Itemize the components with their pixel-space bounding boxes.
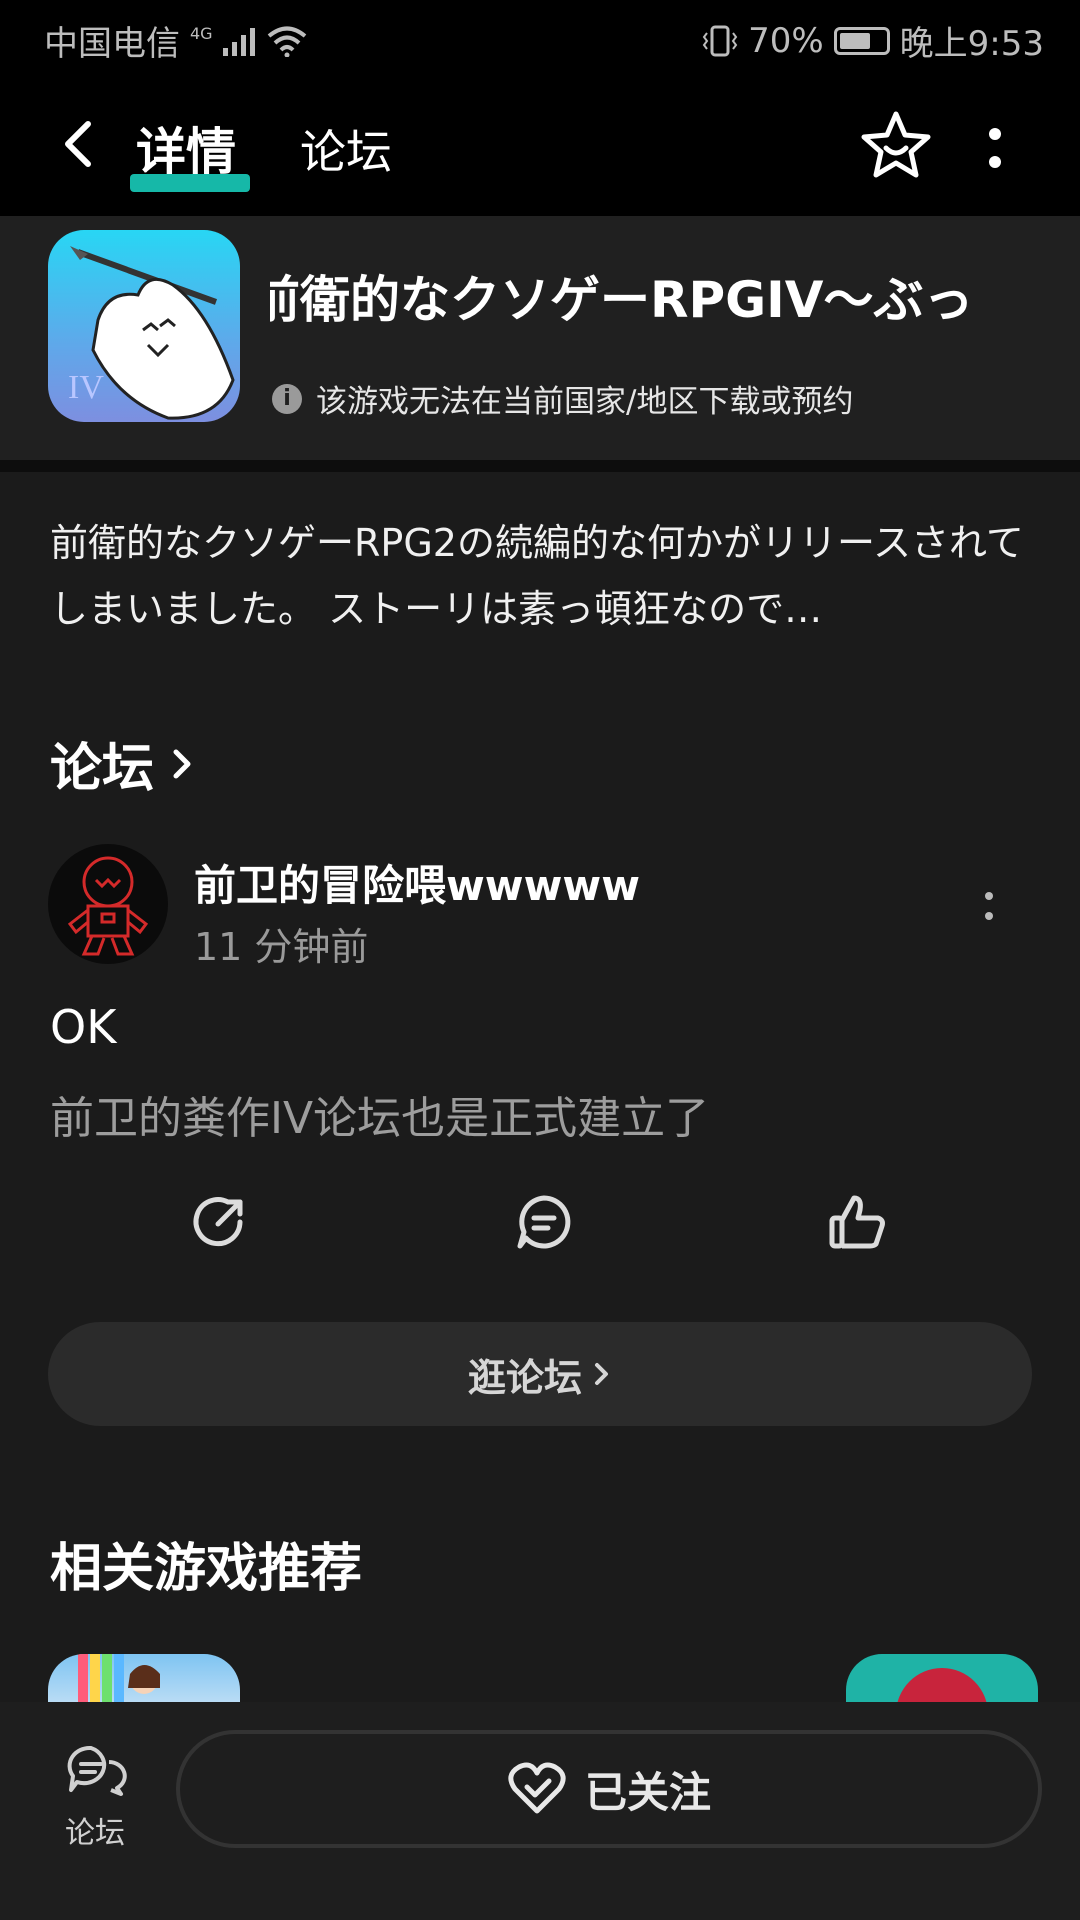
region-note: i 该游戏无法在当前国家/地区下载或预约 [272, 376, 853, 421]
game-icon: IV [48, 230, 240, 422]
related-game-thumbnail[interactable] [48, 1654, 240, 1702]
avatar[interactable] [48, 844, 168, 964]
bottom-forum-label: 论坛 [65, 1816, 125, 1851]
forum-section-label: 论坛 [50, 739, 155, 799]
game-header: IV 前衛的なクソゲーRPGIV～ぶっ i 该游戏无法在当前国家/地区下载或预约 [0, 216, 1080, 460]
follow-label: 已关注 [584, 1767, 711, 1817]
region-note-text: 该游戏无法在当前国家/地区下载或预约 [316, 384, 854, 420]
battery-percent: 70% [748, 20, 824, 61]
network-type: 4G [190, 24, 213, 43]
share-icon[interactable] [188, 1190, 252, 1254]
comment-icon[interactable] [512, 1190, 576, 1254]
status-right: 70% 晚上9:53 [702, 16, 1044, 65]
vibrate-icon [702, 25, 738, 56]
related-game-art [897, 1668, 987, 1702]
post-time: 11 分钟前 [194, 925, 369, 969]
tab-detail[interactable]: 详情 [136, 112, 236, 184]
battery-icon [833, 26, 890, 55]
post-author[interactable]: 前卫的冒险喂wwwww [194, 852, 640, 913]
chevron-right-icon [173, 749, 191, 778]
info-icon: i [272, 383, 302, 414]
game-art: IV [68, 246, 235, 420]
status-left: 中国电信 4G [44, 16, 307, 65]
back-icon[interactable] [50, 114, 110, 174]
top-bar: 详情 论坛 [0, 76, 1080, 216]
chevron-right-icon [595, 1363, 608, 1385]
game-icon-mark: IV [68, 369, 104, 406]
more-vertical-icon[interactable] [970, 114, 1020, 184]
related-game-thumbnail[interactable] [846, 1654, 1038, 1702]
post-title[interactable]: OK [50, 1000, 116, 1054]
tab-forum[interactable]: 论坛 [300, 116, 392, 182]
star-icon[interactable] [858, 108, 934, 184]
forum-section-title[interactable]: 论坛 [50, 726, 196, 801]
wifi-icon [267, 26, 306, 57]
browse-forum-label: 逛论坛 [467, 1355, 582, 1400]
post-more-icon[interactable] [974, 886, 1004, 926]
bottom-bar: 论坛 已关注 [0, 1702, 1080, 1920]
forum-icon [67, 1745, 127, 1796]
bottom-forum-button[interactable]: 论坛 [50, 1742, 140, 1852]
like-icon[interactable] [826, 1190, 890, 1254]
avatar-art [67, 856, 149, 956]
divider [0, 460, 1080, 472]
browse-forum-button[interactable]: 逛论坛 [48, 1322, 1032, 1426]
game-description[interactable]: 前衛的なクソゲーRPG2の続編的な何かがリリースされてしまいました。 ストーリは… [50, 510, 1030, 642]
post-body[interactable]: 前卫的粪作IV论坛也是正式建立了 [50, 1082, 709, 1146]
tab-detail-label: 详情 [136, 123, 236, 181]
carrier-label: 中国电信 [44, 24, 180, 64]
signal-icon [222, 27, 255, 56]
related-game-art [78, 1654, 160, 1702]
follow-button[interactable]: 已关注 [176, 1730, 1042, 1848]
heart-check-icon [508, 1762, 566, 1814]
game-title: 前衛的なクソゲーRPGIV～ぶっ [270, 260, 996, 330]
game-title-text: 前衛的なクソゲーRPGIV～ぶっ [270, 271, 974, 329]
clock: 晚上9:53 [899, 24, 1044, 64]
related-games-title: 相关游戏推荐 [50, 1539, 363, 1599]
status-bar: 中国电信 4G 70% 晚上9:53 [0, 0, 1080, 76]
battery-fill [839, 32, 871, 49]
